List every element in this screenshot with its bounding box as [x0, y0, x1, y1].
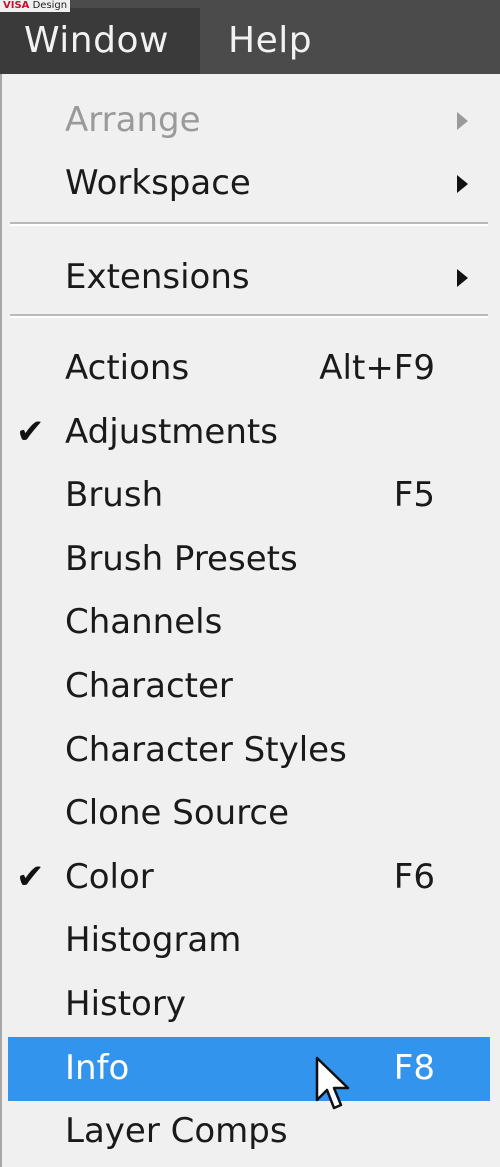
menu-item-actions[interactable]: Actions Alt+F9	[8, 340, 490, 398]
menu-separator	[10, 222, 488, 226]
menu-item-shortcut: F5	[393, 475, 435, 515]
menu-item-history[interactable]: History	[8, 976, 490, 1034]
menu-item-info[interactable]: Info F8	[8, 1037, 490, 1101]
checkmark-icon: ✔	[16, 857, 45, 897]
menu-item-character-styles[interactable]: Character Styles	[8, 722, 490, 780]
menubar-help[interactable]: Help	[204, 8, 344, 74]
menu-item-layer-comps[interactable]: Layer Comps	[8, 1103, 490, 1161]
menu-bar: Window Help	[0, 0, 500, 74]
menu-item-label: Clone Source	[65, 793, 290, 833]
submenu-arrow-icon	[457, 269, 468, 287]
menu-item-brush[interactable]: Brush F5	[8, 467, 490, 525]
menu-item-histogram[interactable]: Histogram	[8, 912, 490, 970]
menu-item-label: Histogram	[65, 920, 242, 960]
menu-item-label: Brush	[65, 475, 164, 515]
menu-item-label: Adjustments	[65, 412, 278, 452]
submenu-arrow-icon	[457, 175, 468, 193]
menu-item-label: Channels	[65, 602, 223, 642]
menu-item-adjustments[interactable]: ✔ Adjustments	[8, 404, 490, 462]
menu-item-label: Extensions	[65, 257, 250, 297]
checkmark-icon: ✔	[16, 412, 45, 452]
mouse-pointer-icon	[315, 1056, 350, 1110]
menu-item-color[interactable]: ✔ Color F6	[8, 849, 490, 907]
menu-item-label: Arrange	[65, 100, 201, 140]
menu-separator	[10, 314, 488, 318]
menu-item-extensions[interactable]: Extensions	[8, 249, 490, 307]
watermark-logo: VISA Design	[0, 0, 71, 12]
menu-item-label: Workspace	[65, 163, 251, 203]
menu-item-brush-presets[interactable]: Brush Presets	[8, 531, 490, 589]
watermark-brand: VISA	[3, 0, 30, 11]
submenu-arrow-icon	[457, 112, 468, 130]
menu-item-character[interactable]: Character	[8, 658, 490, 716]
menu-item-workspace[interactable]: Workspace	[8, 155, 490, 213]
menu-item-label: Character Styles	[65, 730, 347, 770]
menu-item-label: History	[65, 984, 186, 1024]
menu-item-label: Color	[65, 857, 154, 897]
menu-item-label: Actions	[65, 348, 190, 388]
menu-item-shortcut: Alt+F9	[319, 348, 435, 388]
menu-item-shortcut: F8	[393, 1048, 435, 1088]
menu-item-label: Layer Comps	[65, 1111, 288, 1151]
menu-item-arrange[interactable]: Arrange	[8, 92, 490, 150]
app-window: Window Help VISA Design Arrange Workspac…	[0, 0, 500, 1167]
window-menu-dropdown: Arrange Workspace Extensions Actions Alt…	[0, 74, 500, 1167]
menu-item-label: Info	[65, 1048, 130, 1088]
watermark-rest: Design	[29, 0, 68, 11]
menu-item-clone-source[interactable]: Clone Source	[8, 785, 490, 843]
menu-item-shortcut: F6	[393, 857, 435, 897]
menu-item-label: Character	[65, 666, 233, 706]
menu-item-channels[interactable]: Channels	[8, 594, 490, 652]
menubar-window[interactable]: Window	[0, 8, 200, 74]
menu-item-label: Brush Presets	[65, 539, 298, 579]
